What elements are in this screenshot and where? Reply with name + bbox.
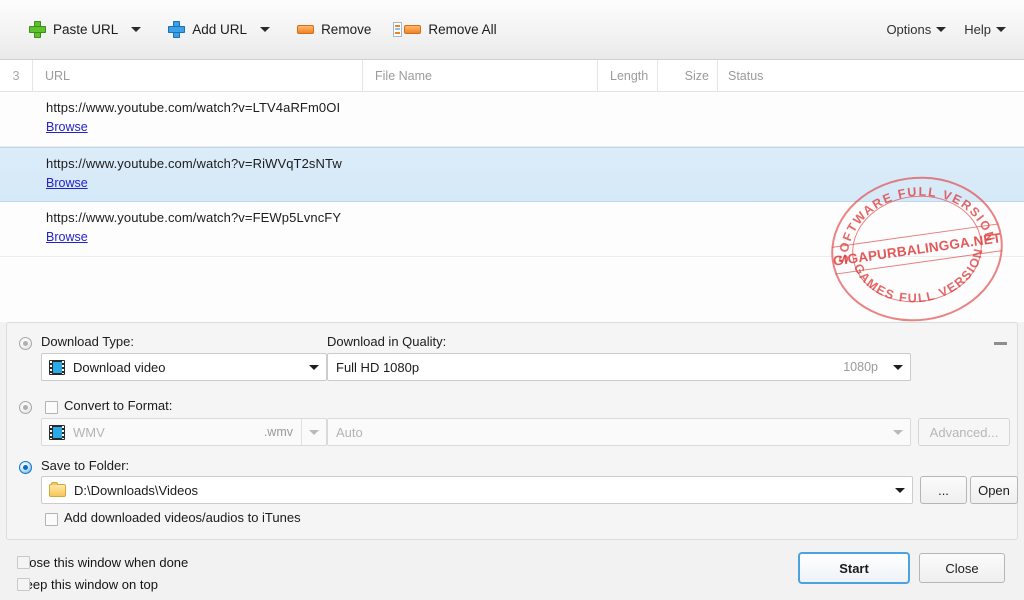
chevron-down-icon — [996, 27, 1006, 32]
browse-link[interactable]: Browse — [46, 174, 88, 192]
column-header-size[interactable]: Size — [657, 59, 717, 92]
add-url-dropdown-arrow[interactable] — [254, 17, 276, 43]
collapse-panel-button[interactable] — [993, 335, 1007, 345]
chevron-down-icon — [260, 27, 271, 32]
open-folder-button[interactable]: Open — [970, 476, 1018, 504]
film-icon — [49, 424, 65, 440]
chevron-down-icon — [302, 354, 326, 380]
table-row[interactable]: https://www.youtube.com/watch?v=LTV4aRFm… — [0, 92, 1024, 147]
convert-format-value: WMV — [73, 424, 105, 440]
download-quality-value: Full HD 1080p — [336, 359, 420, 375]
chevron-down-icon — [936, 27, 947, 32]
close-when-done-checkbox[interactable] — [17, 556, 30, 569]
remove-all-icon — [393, 22, 422, 37]
convert-format-select[interactable]: WMV .wmv — [41, 418, 327, 446]
paste-url-button[interactable]: Paste URL — [22, 16, 125, 43]
keep-on-top-checkbox[interactable] — [17, 578, 30, 591]
chevron-down-icon — [886, 354, 910, 380]
download-list-header: 3 URL File Name Length Size Status — [0, 59, 1024, 92]
remove-label: Remove — [321, 22, 372, 37]
help-menu[interactable]: Help — [964, 22, 1006, 37]
window-footer: Close this window when done Keep this wi… — [0, 540, 1024, 600]
add-url-button[interactable]: Add URL — [161, 16, 254, 43]
table-row[interactable]: https://www.youtube.com/watch?v=RiWVqT2s… — [0, 147, 1024, 202]
toolbar-right-group: Options Help — [886, 22, 1024, 37]
remove-button[interactable]: Remove — [290, 17, 378, 42]
item-count: 3 — [12, 68, 20, 83]
film-icon — [49, 359, 65, 375]
keep-on-top-row[interactable]: Keep this window on top — [17, 577, 158, 592]
download-quality-select[interactable]: Full HD 1080p 1080p — [327, 353, 911, 381]
radio-download-type[interactable] — [19, 337, 32, 350]
save-folder-path-select[interactable]: D:\Downloads\Videos — [41, 476, 913, 504]
folder-icon — [49, 481, 66, 497]
radio-convert-to-format[interactable] — [19, 401, 32, 414]
toolbar-left-group: Paste URL Add URL Remove Remove All — [0, 16, 504, 43]
chevron-down-icon — [888, 477, 912, 503]
download-type-value: Download video — [73, 359, 166, 375]
remove-icon — [297, 25, 315, 34]
paste-url-dropdown-arrow[interactable] — [125, 17, 147, 43]
convert-to-format-checkbox[interactable] — [45, 401, 58, 414]
browse-link[interactable]: Browse — [46, 228, 88, 246]
chevron-down-icon — [886, 419, 910, 445]
advanced-button[interactable]: Advanced... — [918, 418, 1010, 446]
row-url-text: https://www.youtube.com/watch?v=RiWVqT2s… — [46, 156, 342, 171]
save-folder-path-value: D:\Downloads\Videos — [74, 482, 199, 498]
paste-url-label: Paste URL — [53, 22, 119, 37]
close-button[interactable]: Close — [919, 553, 1005, 583]
convert-preset-select[interactable]: Auto — [327, 418, 911, 446]
remove-all-label: Remove All — [428, 22, 497, 37]
download-quality-label: Download in Quality: — [327, 334, 447, 349]
download-options-panel: Download Type: Download video Download i… — [6, 322, 1018, 540]
column-header-file-name[interactable]: File Name — [362, 59, 597, 92]
browse-link[interactable]: Browse — [46, 118, 88, 136]
column-header-url[interactable]: URL — [32, 59, 362, 92]
download-list[interactable]: https://www.youtube.com/watch?v=LTV4aRFm… — [0, 92, 1024, 322]
column-header-status[interactable]: Status — [717, 59, 957, 92]
table-row[interactable]: https://www.youtube.com/watch?v=FEWp5Lvn… — [0, 202, 1024, 257]
main-toolbar: Paste URL Add URL Remove Remove All Opti… — [0, 0, 1024, 60]
save-to-folder-label: Save to Folder: — [41, 458, 130, 473]
options-menu[interactable]: Options — [886, 22, 947, 37]
plus-green-icon — [29, 21, 46, 38]
convert-preset-value: Auto — [336, 424, 363, 440]
close-when-done-label: Close this window when done — [17, 555, 189, 570]
column-header-length[interactable]: Length — [597, 59, 657, 92]
keep-on-top-label: Keep this window on top — [17, 577, 158, 592]
start-button[interactable]: Start — [798, 552, 910, 584]
help-label: Help — [964, 22, 991, 37]
add-url-label: Add URL — [192, 22, 248, 37]
download-type-select[interactable]: Download video — [41, 353, 327, 381]
download-type-label: Download Type: — [41, 334, 134, 349]
youtube-downloader-window: Paste URL Add URL Remove Remove All Opti… — [0, 0, 1024, 600]
row-url-text: https://www.youtube.com/watch?v=LTV4aRFm… — [46, 100, 341, 115]
remove-all-button[interactable]: Remove All — [386, 17, 503, 42]
convert-to-format-label: Convert to Format: — [64, 398, 173, 413]
plus-blue-icon — [168, 21, 186, 38]
close-when-done-row[interactable]: Close this window when done — [17, 555, 188, 570]
download-quality-resolution: 1080p — [843, 360, 878, 374]
radio-save-to-folder[interactable] — [19, 461, 32, 474]
row-url-text: https://www.youtube.com/watch?v=FEWp5Lvn… — [46, 210, 342, 225]
convert-format-extension: .wmv — [263, 425, 293, 439]
itunes-label: Add downloaded videos/audios to iTunes — [64, 510, 301, 525]
browse-folder-button[interactable]: ... — [920, 476, 967, 504]
chevron-down-icon — [131, 27, 142, 32]
options-label: Options — [886, 22, 932, 37]
chevron-down-icon — [302, 419, 326, 445]
itunes-checkbox[interactable] — [45, 513, 58, 526]
